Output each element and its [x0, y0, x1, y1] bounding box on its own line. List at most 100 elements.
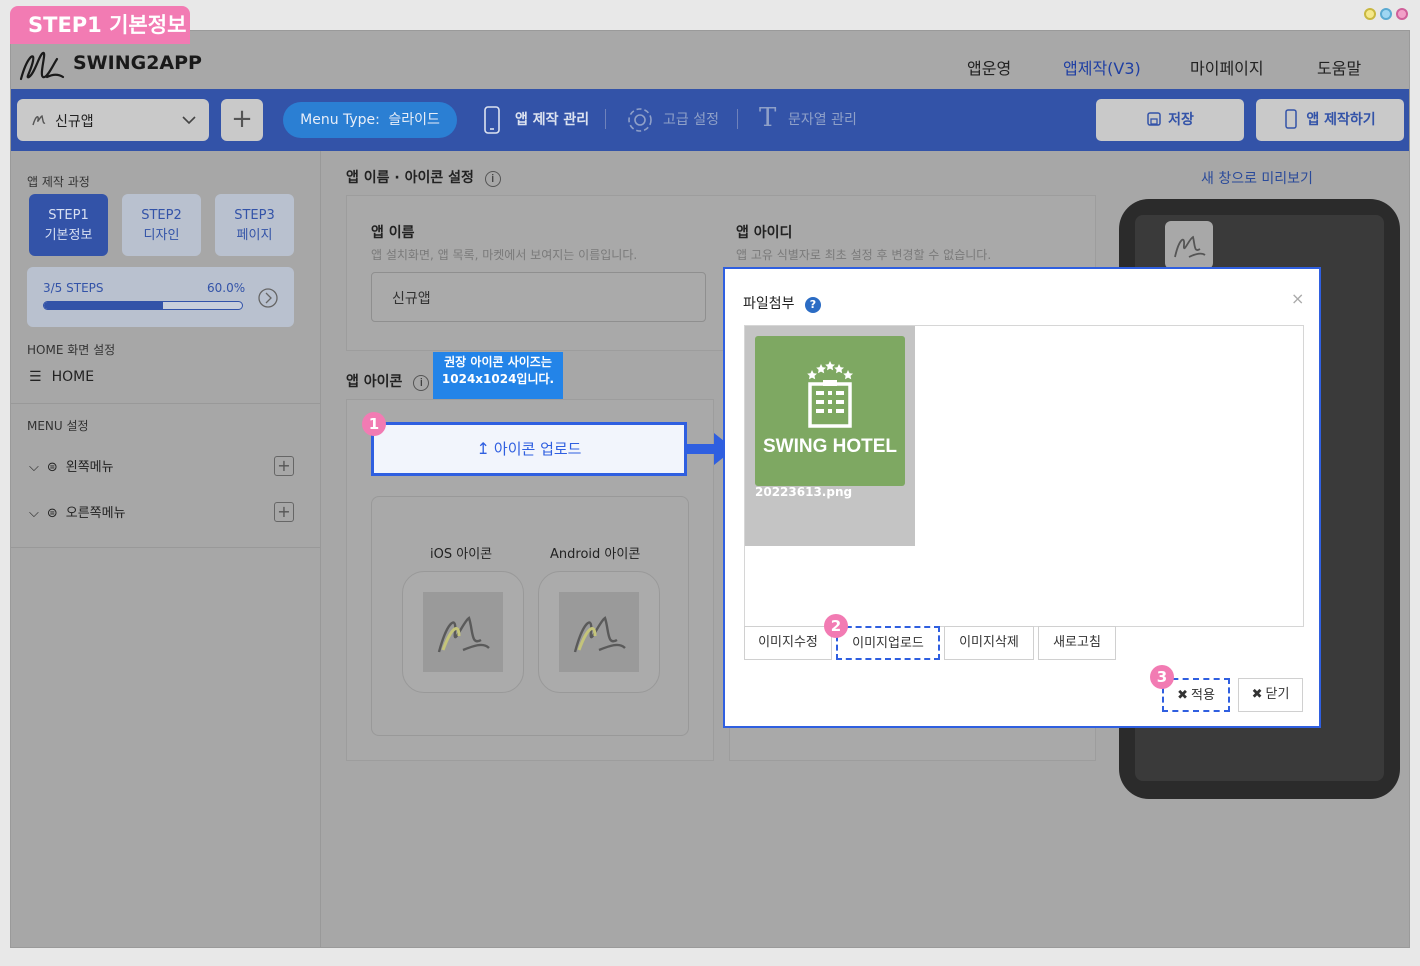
step2-title: STEP2	[141, 208, 182, 223]
app-logo-icon	[573, 616, 626, 653]
step-marker-1: 1	[362, 412, 386, 436]
save-label: 저장	[1168, 112, 1194, 128]
chevron-down-icon: ⌵	[29, 460, 39, 475]
brand-name: SWING2APP	[73, 52, 202, 74]
sidebar: 앱 제작 과정 STEP1 기본정보 STEP2 디자인 STEP3 페이지 3…	[11, 151, 321, 947]
menu-type-pill[interactable]: Menu Type: 슬라이드	[283, 102, 457, 138]
nav-help[interactable]: 도움말	[1317, 55, 1361, 79]
menu-item-right[interactable]: ⌵ ⊜ 오른쪽메뉴	[29, 502, 126, 521]
advanced-settings-tab[interactable]: 고급 설정	[663, 109, 719, 129]
icon-upload-label: 아이콘 업로드	[493, 440, 582, 458]
nav-app-builder[interactable]: 앱제작(V3)	[1063, 55, 1141, 79]
toolbar-divider	[737, 109, 738, 129]
step3-sub: 페이지	[236, 228, 273, 243]
progress-percent: 60.0%	[207, 281, 246, 295]
save-button[interactable]: 저장	[1096, 99, 1244, 141]
file-list-area: SWING HOTEL 20223613.png	[744, 325, 1304, 627]
build-label: 앱 제작하기	[1306, 112, 1376, 128]
info-icon[interactable]: i	[484, 171, 501, 187]
step1-card[interactable]: STEP1 기본정보	[29, 194, 108, 256]
home-section-label: HOME 화면 설정	[27, 343, 116, 357]
icon-preview-box: iOS 아이콘 Android 아이콘	[371, 496, 689, 736]
app-logo-icon	[1174, 235, 1206, 258]
strings-tab[interactable]: 문자열 관리	[788, 109, 857, 129]
close-label: 닫기	[1265, 687, 1290, 702]
ios-icon-frame	[402, 571, 524, 693]
menu-type-value: 슬라이드	[388, 112, 440, 128]
gear-icon	[628, 108, 652, 132]
add-app-button[interactable]: +	[221, 99, 263, 141]
app-select-value: 신규앱	[55, 114, 94, 130]
list-icon: ⊜	[46, 506, 58, 521]
app-logo-icon	[32, 114, 46, 126]
info-icon[interactable]: i	[413, 375, 430, 391]
file-attach-dialog: 파일첨부 ? × SWING HOTEL 20223613.png 이미지수정 …	[723, 267, 1321, 728]
ios-icon-label: iOS 아이콘	[430, 547, 493, 562]
dialog-title-text: 파일첨부	[743, 296, 795, 312]
menu-type-label: Menu Type:	[300, 112, 380, 128]
step2-sub: 디자인	[143, 228, 180, 243]
minimize-dot-icon[interactable]	[1364, 8, 1376, 20]
sidebar-divider	[11, 547, 321, 548]
icon-title-text: 앱 아이콘	[346, 374, 403, 390]
toolbar-divider	[605, 109, 606, 129]
chevron-down-icon: ⌵	[29, 506, 39, 521]
hotel-image: SWING HOTEL	[755, 336, 905, 486]
phone-app-icon	[1165, 221, 1213, 269]
list-icon: ⊜	[46, 460, 58, 475]
toolbar: 신규앱 + Menu Type: 슬라이드 앱 제작 관리 고급 설정 T 문자…	[11, 89, 1409, 151]
text-t-icon: T	[759, 103, 777, 133]
hotel-building-icon	[807, 361, 853, 428]
app-name-input[interactable]: 신규앱	[371, 272, 706, 322]
home-label: HOME	[51, 369, 95, 385]
step3-card[interactable]: STEP3 페이지	[215, 194, 294, 256]
save-icon	[1147, 112, 1161, 126]
step1-sub: 기본정보	[44, 228, 93, 243]
ios-icon-image	[423, 592, 503, 672]
nav-mypage[interactable]: 마이페이지	[1190, 55, 1264, 79]
progress-steps: 3/5 STEPS	[43, 281, 104, 295]
refresh-button[interactable]: 새로고침	[1038, 626, 1116, 660]
close-dot-icon[interactable]	[1396, 8, 1408, 20]
help-icon[interactable]: ?	[804, 297, 821, 313]
add-left-menu-button[interactable]: +	[274, 456, 294, 476]
app-logo-icon	[437, 616, 490, 653]
maximize-dot-icon[interactable]	[1380, 8, 1392, 20]
sidebar-divider	[11, 403, 321, 404]
icon-upload-button[interactable]: ↥ 아이콘 업로드	[371, 422, 687, 476]
process-label: 앱 제작 과정	[27, 175, 90, 189]
android-icon-label: Android 아이콘	[550, 547, 641, 562]
add-right-menu-button[interactable]: +	[274, 502, 294, 522]
hotel-image-text: SWING HOTEL	[762, 436, 898, 457]
menu-right-label: 오른쪽메뉴	[65, 506, 126, 521]
home-item[interactable]: ☰ HOME	[29, 369, 94, 385]
dialog-close-icon[interactable]: ×	[1291, 289, 1304, 308]
nav-app-operation[interactable]: 앱운영	[967, 55, 1011, 79]
step2-card[interactable]: STEP2 디자인	[122, 194, 201, 256]
apply-label: 적용	[1190, 688, 1215, 703]
close-button[interactable]: ✖ 닫기	[1238, 678, 1303, 712]
chevron-down-icon	[182, 116, 196, 125]
name-icon-section-title: 앱 이름 · 아이콘 설정 i	[346, 167, 501, 187]
progress-fill	[44, 302, 163, 309]
build-app-button[interactable]: 앱 제작하기	[1256, 99, 1404, 141]
app-select[interactable]: 신규앱	[17, 99, 209, 141]
x-icon: ✖	[1251, 687, 1263, 702]
file-thumbnail-item[interactable]: SWING HOTEL 20223613.png	[745, 326, 915, 546]
preview-new-window-link[interactable]: 새 창으로 미리보기	[1201, 168, 1313, 188]
menu-section-label: MENU 설정	[27, 419, 89, 433]
phone-icon	[484, 106, 500, 134]
progress-bar	[43, 301, 243, 310]
app-name-desc: 앱 설치화면, 앱 목록, 마켓에서 보여지는 이름입니다.	[371, 248, 638, 262]
app-manage-tab[interactable]: 앱 제작 관리	[515, 109, 589, 129]
image-upload-button[interactable]: 이미지업로드	[836, 626, 940, 660]
app-id-desc: 앱 고유 식별자로 최초 설정 후 변경할 수 없습니다.	[736, 248, 992, 262]
image-edit-button[interactable]: 이미지수정	[744, 626, 832, 660]
menu-left-label: 왼쪽메뉴	[65, 460, 114, 475]
image-delete-button[interactable]: 이미지삭제	[944, 626, 1034, 660]
menu-item-left[interactable]: ⌵ ⊜ 왼쪽메뉴	[29, 456, 114, 475]
hamburger-icon: ☰	[29, 369, 42, 385]
icon-section-title: 앱 아이콘 i	[346, 371, 430, 391]
chevron-right-circle-icon[interactable]	[257, 287, 279, 309]
step-badge: STEP1 기본정보	[10, 6, 190, 44]
